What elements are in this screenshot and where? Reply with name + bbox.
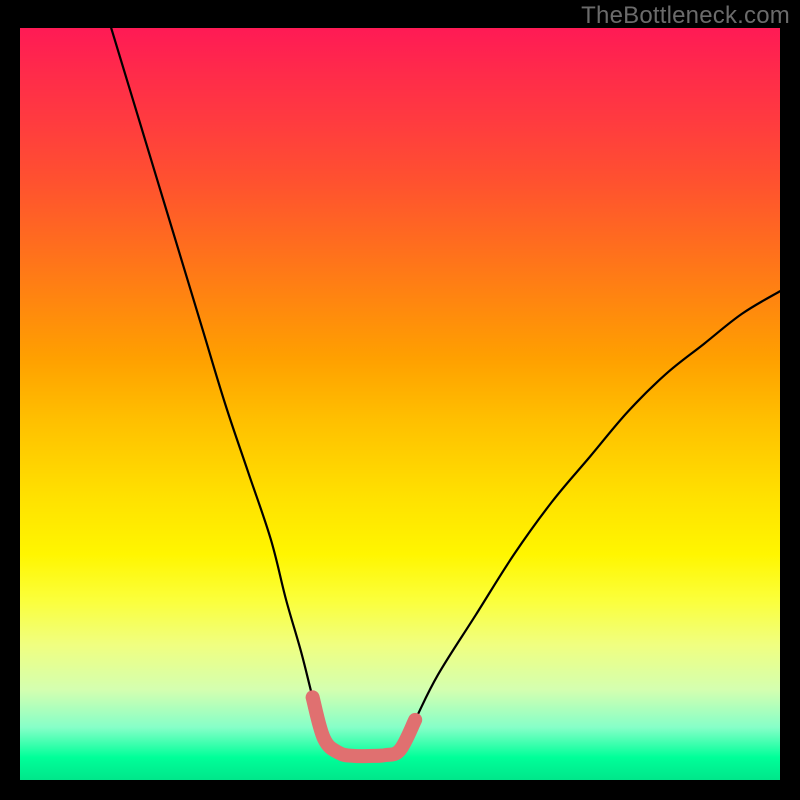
watermark-text: TheBottleneck.com — [581, 2, 790, 30]
highlight-path — [313, 697, 416, 756]
plot-area — [20, 28, 780, 780]
curve-path — [111, 28, 780, 756]
chart-frame: TheBottleneck.com — [0, 0, 800, 800]
curve-svg — [20, 28, 780, 780]
